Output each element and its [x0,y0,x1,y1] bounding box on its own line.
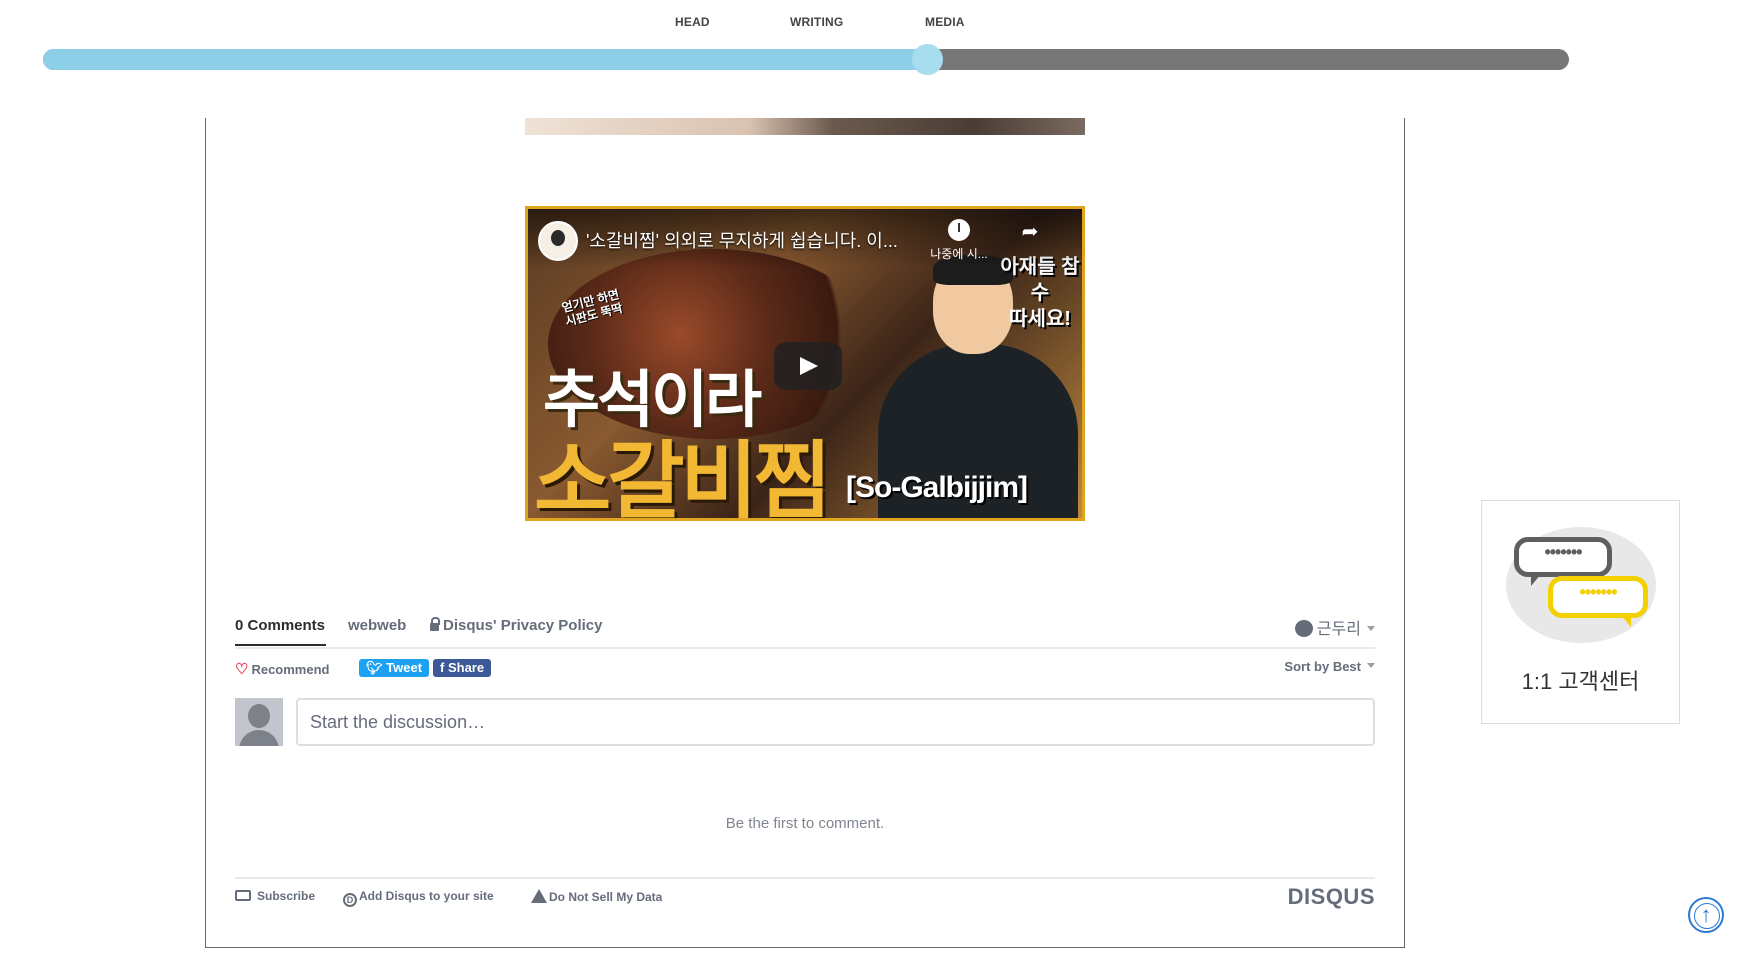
chevron-down-icon [1367,663,1375,668]
step-writing[interactable]: WRITING [790,15,843,29]
guest-avatar [235,698,283,746]
tweet-button[interactable]: 🐦︎ Tweet [359,659,430,677]
arrow-up-icon: ↑ [1700,902,1712,927]
disqus-actions: ♡ Recommend 🐦︎ Tweet f Share Sort by Best [235,657,1375,681]
step-media[interactable]: MEDIA [925,15,965,29]
tweet-label: Tweet [386,660,423,675]
scroll-to-top-button[interactable]: ↑ [1688,897,1724,933]
user-name: 근두리 [1316,621,1361,638]
user-bubble-icon [1294,620,1313,637]
do-not-sell-link[interactable]: Do Not Sell My Data [531,889,662,904]
disqus-footer: Subscribe D Add Disqus to your site Do No… [235,877,1375,909]
watch-later-button[interactable]: 나중에 시... [924,219,994,262]
facebook-icon: f [440,660,445,675]
disqus-nav: 0 Comments webweb Disqus' Privacy Policy… [235,612,1375,649]
tab-site[interactable]: webweb [348,617,406,634]
recommend-button[interactable]: ♡ Recommend [235,660,329,678]
privacy-label: Disqus' Privacy Policy [443,617,603,634]
lock-icon [430,617,440,631]
mail-icon [235,890,251,901]
add-disqus-label: Add Disqus to your site [359,889,494,903]
comment-input[interactable] [296,698,1375,746]
chat-bubble-gray-icon: ••••••• [1514,537,1612,586]
youtube-video-embed[interactable]: 얻기만 하면 시판도 뚝딱 아재들 참수 따세요! 추석이라 소갈비찜 [So-… [525,206,1085,521]
video-title[interactable]: '소갈비찜' 의외로 무지하게 쉽습니다. 이... [586,227,898,253]
sort-dropdown[interactable]: Sort by Best [1284,659,1375,674]
step-head[interactable]: HEAD [675,15,710,29]
chevron-down-icon [1367,626,1375,631]
previous-image-bottom [525,118,1085,135]
sort-label: Sort by Best [1284,659,1361,674]
progress-steps: HEAD WRITING MEDIA [0,15,1757,35]
watch-later-label: 나중에 시... [930,247,988,261]
customer-support-widget[interactable]: ••••••• ••••••• 1:1 고객센터 [1481,500,1680,724]
support-label: 1:1 고객센터 [1521,669,1640,694]
heart-icon: ♡ [235,661,249,678]
progress-fill [43,49,929,70]
recommend-label: Recommend [251,662,330,677]
active-tab-underline [235,644,326,646]
tab-privacy-policy[interactable]: Disqus' Privacy Policy [430,617,602,634]
empty-comments-message: Be the first to comment. [725,815,885,832]
clock-icon [948,219,970,241]
subscribe-label: Subscribe [257,889,316,903]
video-english-title: [So-Galbijjim] [846,471,1028,504]
progress-handle[interactable] [912,44,944,75]
channel-avatar[interactable] [538,221,578,261]
do-not-sell-label: Do Not Sell My Data [549,890,663,904]
share-icon[interactable]: ➦ [1010,219,1050,244]
twitter-icon: 🐦︎ [366,660,383,675]
disqus-d-icon: D [343,893,357,907]
disqus-logo[interactable]: DISQUS [1288,884,1375,910]
warning-icon [531,889,547,903]
progress-bar[interactable] [43,44,1569,75]
share-label: Share [447,660,485,675]
tab-comments[interactable]: 0 Comments [235,617,325,634]
user-menu[interactable]: 근두리 [1294,615,1375,639]
subscribe-link[interactable]: Subscribe [235,889,315,903]
video-big-title-2: 소갈비찜 [534,434,831,521]
facebook-share-button[interactable]: f Share [433,659,492,677]
chat-bubble-yellow-icon: ••••••• [1548,576,1648,627]
add-disqus-link[interactable]: D Add Disqus to your site [343,889,494,907]
play-icon[interactable] [774,342,842,390]
